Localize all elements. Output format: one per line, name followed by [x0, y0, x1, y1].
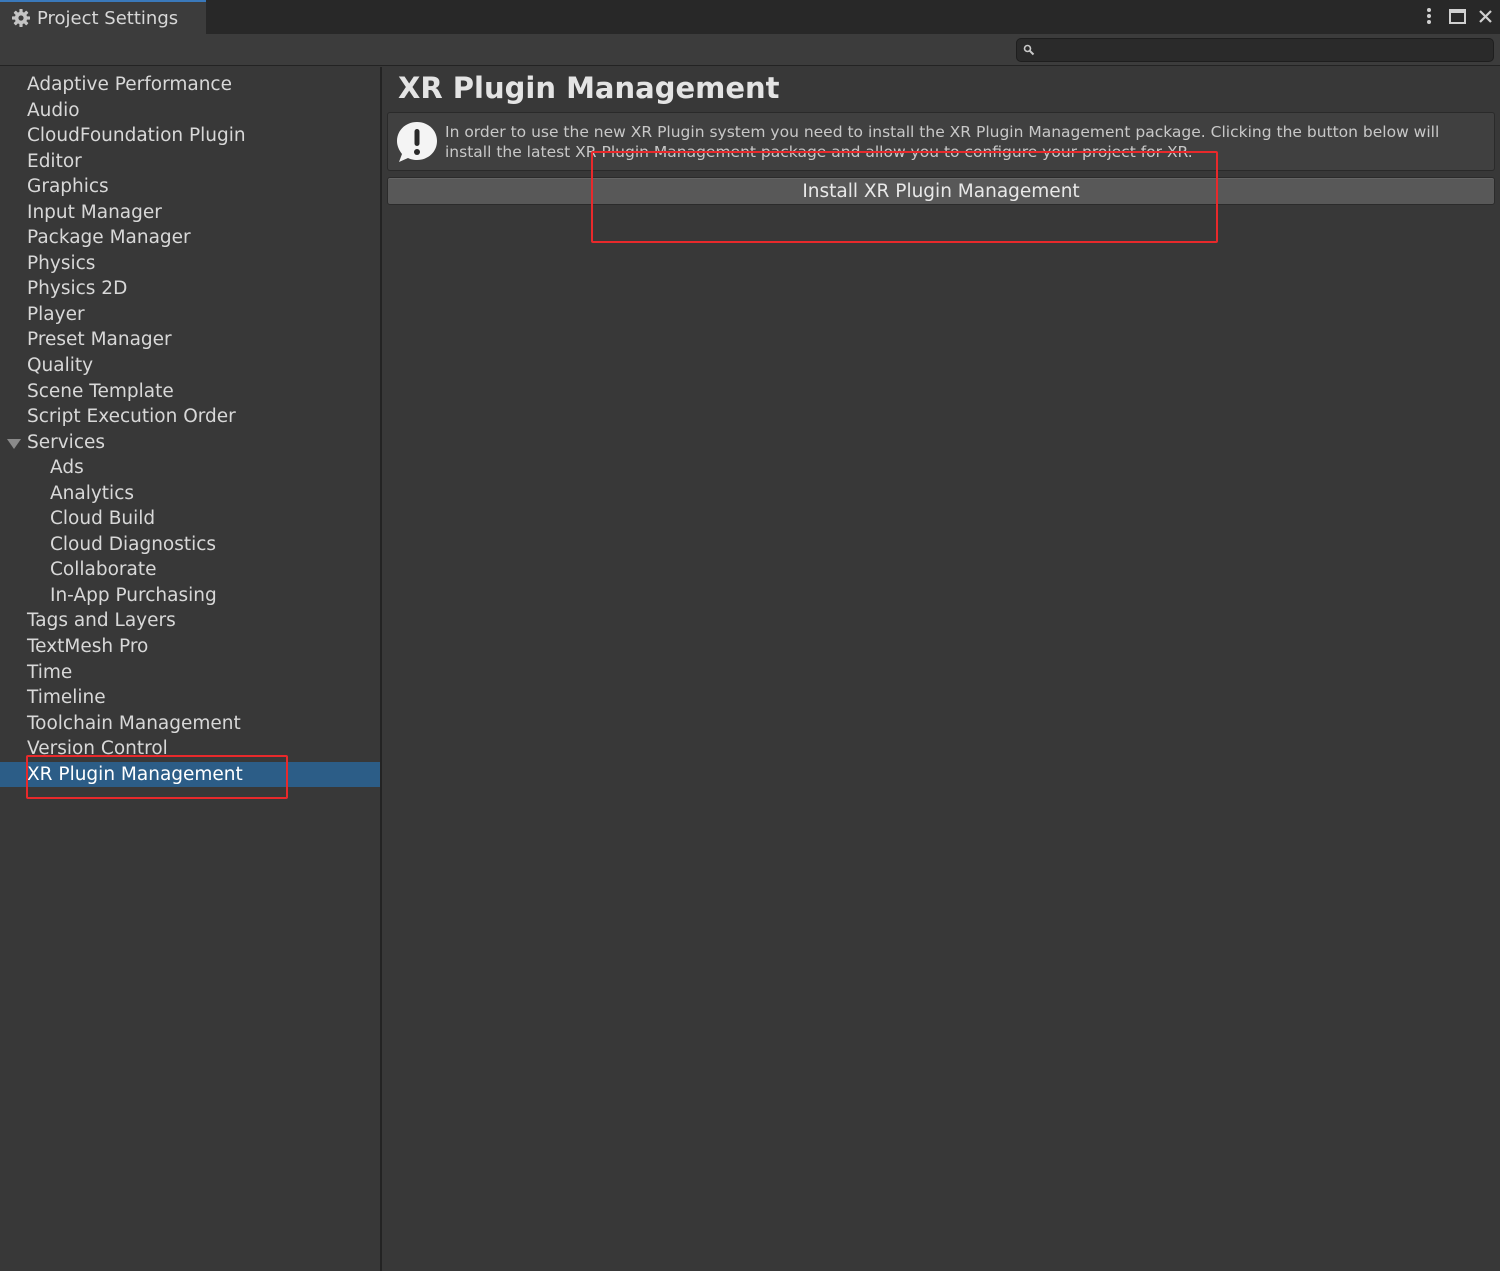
sidebar-item-adaptive-performance[interactable]: Adaptive Performance: [0, 72, 380, 98]
sidebar-item-graphics[interactable]: Graphics: [0, 174, 380, 200]
sidebar-item-version-control[interactable]: Version Control: [0, 736, 380, 762]
sidebar-item-cloud-diagnostics[interactable]: Cloud Diagnostics: [0, 532, 380, 558]
sidebar-item-label: Scene Template: [27, 380, 174, 402]
sidebar-item-label: TextMesh Pro: [27, 636, 149, 658]
sidebar-item-ads[interactable]: Ads: [0, 455, 380, 481]
sidebar-item-label: Player: [27, 303, 85, 325]
more-options-icon[interactable]: [1420, 6, 1438, 26]
sidebar-item-label: Cloud Diagnostics: [50, 533, 217, 555]
search-toolbar: [0, 34, 1500, 66]
sidebar-item-label: XR Plugin Management: [27, 763, 243, 785]
foldout-arrow-icon[interactable]: [7, 438, 21, 449]
settings-sidebar: Adaptive Performance Audio CloudFoundation…: [0, 67, 380, 1271]
window-controls: [1420, 4, 1494, 28]
sidebar-item-label: Audio: [27, 99, 80, 121]
settings-content: XR Plugin Management In order to use the…: [382, 67, 1500, 1271]
sidebar-item-scene-template[interactable]: Scene Template: [0, 379, 380, 405]
search-icon: [1023, 41, 1035, 60]
sidebar-item-label: Services: [27, 431, 106, 453]
sidebar-item-label: Input Manager: [27, 201, 162, 223]
sidebar-item-label: Preset Manager: [27, 329, 172, 351]
install-xr-plugin-management-button[interactable]: Install XR Plugin Management: [387, 177, 1495, 205]
sidebar-item-tags-and-layers[interactable]: Tags and Layers: [0, 608, 380, 634]
project-settings-window: Project Settings Adaptive Performance Aud…: [0, 0, 1500, 1271]
sidebar-item-player[interactable]: Player: [0, 302, 380, 328]
sidebar-item-package-manager[interactable]: Package Manager: [0, 225, 380, 251]
sidebar-item-label: Editor: [27, 150, 82, 172]
sidebar-item-services[interactable]: Services: [0, 430, 380, 456]
sidebar-item-label: Analytics: [50, 482, 135, 504]
sidebar-item-textmesh-pro[interactable]: TextMesh Pro: [0, 634, 380, 660]
sidebar-item-toolchain-management[interactable]: Toolchain Management: [0, 711, 380, 737]
sidebar-item-time[interactable]: Time: [0, 660, 380, 686]
sidebar-item-physics[interactable]: Physics: [0, 251, 380, 277]
sidebar-item-label: Package Manager: [27, 227, 191, 249]
sidebar-item-cloudfoundation-plugin[interactable]: CloudFoundation Plugin: [0, 123, 380, 149]
maximize-icon[interactable]: [1448, 6, 1466, 26]
tab-project-settings[interactable]: Project Settings: [0, 0, 206, 34]
sidebar-item-label: CloudFoundation Plugin: [27, 125, 246, 147]
help-box: In order to use the new XR Plugin system…: [387, 112, 1495, 171]
sidebar-item-xr-plugin-management[interactable]: XR Plugin Management: [0, 761, 380, 788]
sidebar-item-input-manager[interactable]: Input Manager: [0, 200, 380, 226]
sidebar-item-label: Quality: [27, 355, 94, 377]
sidebar-item-label: Adaptive Performance: [27, 74, 232, 95]
page-title: XR Plugin Management: [398, 71, 780, 105]
search-input[interactable]: [1035, 40, 1493, 60]
sidebar-item-script-execution-order[interactable]: Script Execution Order: [0, 404, 380, 430]
sidebar-item-label: Cloud Build: [50, 508, 156, 530]
sidebar-item-label: Time: [27, 661, 73, 683]
sidebar-item-label: Physics 2D: [27, 278, 128, 300]
title-bar: Project Settings: [0, 0, 1500, 34]
sidebar-item-editor[interactable]: Editor: [0, 149, 380, 175]
sidebar-item-timeline[interactable]: Timeline: [0, 685, 380, 711]
sidebar-item-label: Graphics: [27, 176, 109, 198]
sidebar-item-label: Timeline: [27, 687, 106, 709]
sidebar-item-label: In-App Purchasing: [50, 584, 217, 606]
sidebar-item-audio[interactable]: Audio: [0, 98, 380, 124]
sidebar-item-physics-2d[interactable]: Physics 2D: [0, 276, 380, 302]
sidebar-item-preset-manager[interactable]: Preset Manager: [0, 327, 380, 353]
sidebar-item-label: Tags and Layers: [27, 610, 176, 632]
search-field[interactable]: [1016, 38, 1494, 62]
sidebar-item-label: Collaborate: [50, 559, 157, 581]
sidebar-item-label: Toolchain Management: [27, 712, 241, 734]
sidebar-item-collaborate[interactable]: Collaborate: [0, 557, 380, 583]
sidebar-item-cloud-build[interactable]: Cloud Build: [0, 506, 380, 532]
help-message: In order to use the new XR Plugin system…: [445, 123, 1440, 161]
sidebar-item-analytics[interactable]: Analytics: [0, 481, 380, 507]
sidebar-item-label: Version Control: [27, 738, 168, 760]
warning-exclamation-icon: [396, 121, 438, 163]
close-icon[interactable]: [1476, 6, 1494, 26]
sidebar-item-label: Ads: [50, 457, 84, 479]
gear-icon: [10, 7, 32, 29]
tab-title: Project Settings: [37, 7, 179, 29]
sidebar-item-label: Physics: [27, 252, 96, 274]
sidebar-item-in-app-purchasing[interactable]: In-App Purchasing: [0, 583, 380, 609]
sidebar-item-label: Script Execution Order: [27, 406, 236, 428]
sidebar-item-quality[interactable]: Quality: [0, 353, 380, 379]
